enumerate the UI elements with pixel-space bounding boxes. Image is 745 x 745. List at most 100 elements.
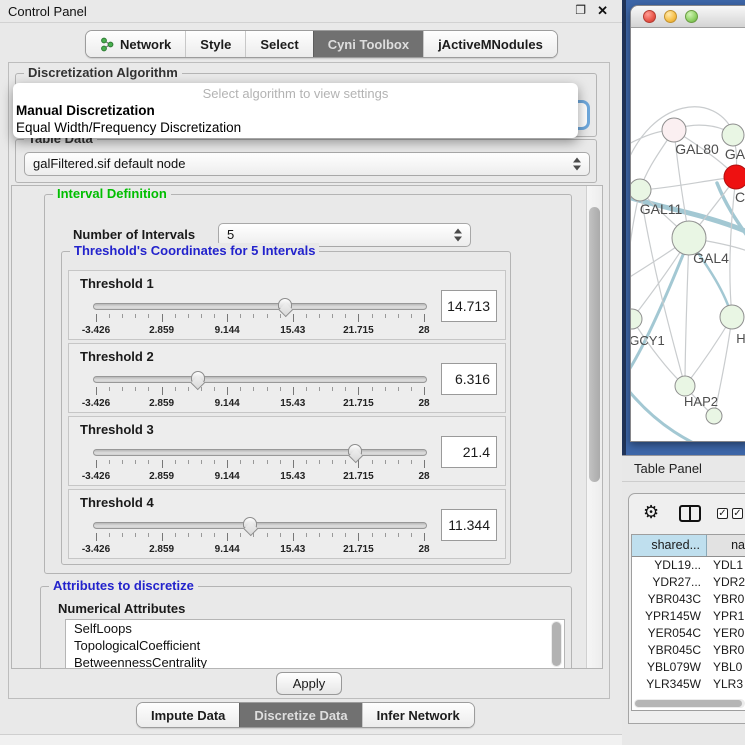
threshold-value-field[interactable]: 14.713 (441, 290, 497, 322)
cell-name[interactable]: YDL1 (707, 557, 745, 574)
threshold-value-field[interactable]: 11.344 (441, 509, 497, 541)
cell-shared-name[interactable]: YBL079W (632, 659, 707, 676)
columns-icon[interactable] (679, 505, 701, 522)
network-node[interactable] (706, 408, 722, 424)
column-header-name[interactable]: na (707, 535, 745, 556)
table-row[interactable]: YDL19...YDL1 (632, 557, 745, 574)
gear-icon[interactable]: ⚙ (643, 503, 659, 521)
cell-name[interactable]: YBR0 (707, 591, 745, 608)
tab-select[interactable]: Select (245, 31, 312, 57)
close-panel-icon[interactable]: ✕ (597, 3, 608, 19)
table-data-combo[interactable]: galFiltered.sif default node (24, 152, 590, 176)
tick-label: 28 (418, 471, 429, 482)
cell-shared-name[interactable]: YLR345W (632, 676, 707, 689)
tab-cyni-toolbox[interactable]: Cyni Toolbox (313, 31, 423, 57)
control-panel-titlebar: Control Panel ❐ ✕ (0, 0, 622, 23)
network-edge[interactable] (640, 190, 685, 386)
threshold-slider[interactable]: -3.4262.8599.14415.4321.71528 (93, 297, 427, 339)
tab-label: jActiveMNodules (438, 37, 543, 52)
attributes-list-scrollbar[interactable] (551, 621, 562, 667)
tab-label: Network (120, 37, 171, 52)
threshold-slider[interactable]: -3.4262.8599.14415.4321.71528 (93, 370, 427, 412)
network-edge[interactable] (685, 238, 689, 386)
table-row[interactable]: YDR27...YDR2 (632, 574, 745, 591)
tab-discretize-data[interactable]: Discretize Data (239, 703, 361, 727)
tab-jactivemnodules[interactable]: jActiveMNodules (423, 31, 557, 57)
dropdown-option-manual[interactable]: Manual Discretization (13, 102, 578, 119)
table-row[interactable]: YBL079WYBL0 (632, 659, 745, 676)
thresholds-group: Threshold's Coordinates for 5 Intervals … (61, 251, 511, 565)
tab-label: Discretize Data (254, 708, 347, 723)
checkbox-icon[interactable]: ✓ (717, 508, 728, 519)
scrollbar-thumb[interactable] (589, 207, 600, 482)
cell-name[interactable]: YPR1 (707, 608, 745, 625)
node-label: GAL80 (675, 141, 719, 157)
number-of-intervals-value: 5 (227, 227, 234, 242)
network-edge[interactable] (640, 177, 736, 190)
network-window-titlebar[interactable] (631, 6, 745, 28)
interval-definition-group: Interval Definition Number of Intervals … (44, 194, 572, 574)
network-node[interactable] (631, 179, 651, 201)
dropdown-option-equal-width[interactable]: Equal Width/Frequency Discretization (13, 119, 578, 136)
tab-style[interactable]: Style (185, 31, 245, 57)
network-edge[interactable] (685, 317, 732, 386)
network-node[interactable] (631, 309, 642, 329)
network-node[interactable] (722, 124, 744, 146)
cell-name[interactable]: YER0 (707, 625, 745, 642)
tick-label: 2.859 (149, 398, 174, 409)
network-node[interactable] (662, 118, 686, 142)
threshold-value-field[interactable]: 6.316 (441, 363, 497, 395)
algorithm-dropdown-popup: Select algorithm to view settings Manual… (13, 83, 578, 138)
threshold-slider[interactable]: -3.4262.8599.14415.4321.71528 (93, 516, 427, 558)
cell-name[interactable]: YBL0 (707, 659, 745, 676)
slider-thumb[interactable] (278, 298, 292, 309)
apply-button[interactable]: Apply (276, 672, 342, 695)
attribute-item[interactable]: BetweennessCentrality (66, 654, 564, 669)
close-window-icon[interactable] (643, 10, 656, 23)
slider-thumb[interactable] (243, 517, 257, 528)
threshold-slider[interactable]: -3.4262.8599.14415.4321.71528 (93, 443, 427, 485)
node-label: GAL4 (693, 250, 729, 266)
tab-impute-data[interactable]: Impute Data (137, 703, 239, 727)
tab-infer-network[interactable]: Infer Network (362, 703, 474, 727)
cell-shared-name[interactable]: YBR043C (632, 591, 707, 608)
table-panel-inner: ⚙ ✓ ✓ shared...na YDL19...YDL1YDR27...YD… (628, 493, 745, 724)
network-node[interactable] (720, 305, 744, 329)
cell-name[interactable]: YLR3 (707, 676, 745, 689)
panel-vertical-scrollbar[interactable] (586, 186, 602, 668)
threshold-value-field[interactable]: 21.4 (441, 436, 497, 468)
node-table: shared...na YDL19...YDL1YDR27...YDR2YBR0… (631, 534, 745, 711)
attribute-item[interactable]: TopologicalCoefficient (66, 637, 564, 654)
cell-name[interactable]: YBR0 (707, 642, 745, 659)
network-edge[interactable] (631, 190, 640, 296)
cell-name[interactable]: YDR2 (707, 574, 745, 591)
tab-network[interactable]: Network (86, 31, 185, 57)
zoom-window-icon[interactable] (685, 10, 698, 23)
cell-shared-name[interactable]: YER054C (632, 625, 707, 642)
checkbox-icon[interactable]: ✓ (732, 508, 743, 519)
network-node[interactable] (675, 376, 695, 396)
network-canvas[interactable]: GAL80GACGAL11GAL4GCY1HHAP2 (631, 28, 745, 441)
cell-shared-name[interactable]: YDL19... (632, 557, 707, 574)
table-row[interactable]: YER054CYER0 (632, 625, 745, 642)
table-row[interactable]: YBR043CYBR0 (632, 591, 745, 608)
column-header-shared-name[interactable]: shared... (632, 535, 707, 556)
slider-thumb[interactable] (191, 371, 205, 382)
cyni-toolbox-page: Discretization Algorithm Select algorith… (8, 62, 610, 699)
spinner-arrows-icon (454, 229, 463, 242)
table-horizontal-scrollbar[interactable] (634, 699, 745, 708)
attribute-item[interactable]: SelfLoops (66, 620, 564, 637)
node-label: H (736, 331, 745, 346)
slider-thumb[interactable] (348, 444, 362, 455)
cell-shared-name[interactable]: YDR27... (632, 574, 707, 591)
table-row[interactable]: YBR045CYBR0 (632, 642, 745, 659)
float-panel-icon[interactable]: ❐ (575, 3, 586, 17)
scrollbar-thumb[interactable] (635, 700, 742, 707)
network-node[interactable] (724, 165, 745, 189)
table-row[interactable]: YLR345WYLR3 (632, 676, 745, 689)
cell-shared-name[interactable]: YBR045C (632, 642, 707, 659)
minimize-window-icon[interactable] (664, 10, 677, 23)
table-row[interactable]: YPR145WYPR1 (632, 608, 745, 625)
cell-shared-name[interactable]: YPR145W (632, 608, 707, 625)
spinner-arrows-icon (573, 158, 582, 171)
